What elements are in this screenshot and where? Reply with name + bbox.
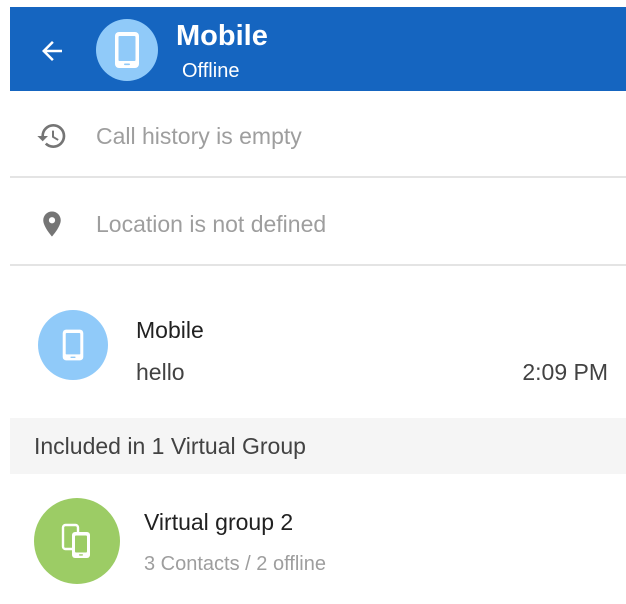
devices-icon [61,523,90,558]
contact-name: Mobile [176,20,268,52]
contact-details-screen: Mobile Offline Call history is empty Loc… [0,0,626,604]
virtual-groups-header: Included in 1 Virtual Group [10,418,626,474]
virtual-group-item[interactable]: Virtual group 2 3 Contacts / 2 offline [10,474,626,604]
location-row[interactable]: Location is not defined [10,180,626,266]
location-label: Location is not defined [96,211,327,237]
app-bar: Mobile Offline [10,7,626,91]
smartphone-icon [62,329,84,361]
group-subtitle: 3 Contacts / 2 offline [144,553,326,575]
conversation-avatar [38,310,108,380]
conversation-item[interactable]: Mobile hello 2:09 PM [10,270,626,418]
back-button[interactable] [30,31,74,71]
call-history-label: Call history is empty [96,123,302,149]
group-avatar [34,498,120,584]
contact-status: Offline [182,60,240,82]
location-pin-icon [34,206,70,242]
virtual-groups-header-text: Included in 1 Virtual Group [34,433,306,459]
group-name: Virtual group 2 [144,509,294,535]
call-history-row[interactable]: Call history is empty [10,92,626,178]
conversation-name: Mobile [136,317,204,343]
smartphone-icon [115,32,139,68]
history-icon [34,118,70,154]
conversation-time: 2:09 PM [522,359,608,385]
contact-avatar [96,19,158,81]
arrow-back-icon [42,41,62,61]
conversation-last-message: hello [136,359,185,385]
